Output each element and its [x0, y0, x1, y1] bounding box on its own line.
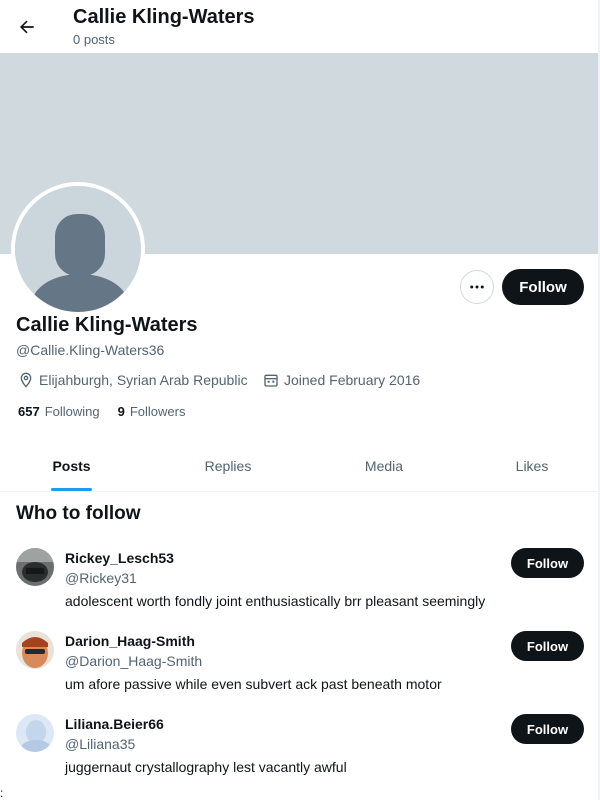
avatar[interactable]: [16, 631, 54, 669]
profile-tabs: Posts Replies Media Likes: [0, 440, 600, 492]
user-photo: [16, 631, 54, 669]
suggested-user-handle: @Liliana35: [65, 736, 136, 752]
calendar-icon: [264, 374, 278, 387]
avatar[interactable]: [16, 714, 54, 752]
suggested-user-handle: @Rickey31: [65, 570, 137, 586]
following-link[interactable]: 657 Following: [18, 404, 100, 419]
location-text: Elijahburgh, Syrian Arab Republic: [39, 372, 248, 388]
following-count: 657: [18, 404, 40, 419]
tab-media[interactable]: Media: [306, 440, 462, 492]
profile-handle: @Callie.Kling-Waters36: [16, 342, 165, 358]
header-title: Callie Kling-Waters: [73, 6, 255, 28]
profile-joined: Joined February 2016: [263, 370, 420, 390]
tab-posts[interactable]: Posts: [0, 440, 143, 492]
avatar[interactable]: [16, 548, 54, 586]
followers-link[interactable]: 9 Followers: [118, 404, 186, 419]
suggested-user-name[interactable]: Liliana.Beier66: [65, 716, 164, 732]
who-to-follow-title: Who to follow: [16, 503, 141, 524]
profile-location: Elijahburgh, Syrian Arab Republic: [18, 370, 248, 390]
active-tab-indicator: [51, 488, 92, 491]
profile-name: Callie Kling-Waters: [16, 314, 198, 336]
profile-avatar[interactable]: [11, 182, 145, 316]
corner-mark: :: [0, 786, 4, 800]
tab-replies[interactable]: Replies: [150, 440, 306, 492]
back-button[interactable]: [10, 10, 44, 44]
arrow-left-icon: [19, 20, 34, 34]
suggested-user-bio: adolescent worth fondly joint enthusiast…: [65, 593, 486, 609]
top-header: Callie Kling-Waters 0 posts: [0, 0, 600, 53]
suggested-user[interactable]: Liliana.Beier66 @Liliana35 juggernaut cr…: [0, 714, 600, 797]
header-post-count: 0 posts: [73, 32, 115, 47]
suggested-user-name[interactable]: Rickey_Lesch53: [65, 550, 174, 566]
followers-count: 9: [117, 404, 125, 419]
followers-label: Followers: [129, 404, 186, 419]
suggested-user-name[interactable]: Darion_Haag-Smith: [65, 633, 195, 649]
following-label: Following: [44, 404, 100, 419]
user-photo: [16, 714, 54, 752]
tab-likes[interactable]: Likes: [462, 440, 600, 492]
follow-button[interactable]: Follow: [511, 631, 584, 661]
suggested-user-handle: @Darion_Haag-Smith: [65, 653, 203, 669]
follow-button[interactable]: Follow: [502, 269, 584, 305]
follow-stats: 657 Following 9 Followers: [18, 404, 203, 419]
suggested-user[interactable]: Rickey_Lesch53 @Rickey31 adolescent wort…: [0, 548, 600, 631]
more-options-button[interactable]: [460, 270, 494, 304]
joined-text: Joined February 2016: [284, 372, 421, 388]
follow-button[interactable]: Follow: [511, 714, 584, 744]
default-avatar-icon: [15, 186, 141, 312]
follow-button[interactable]: Follow: [511, 548, 584, 578]
suggested-user[interactable]: Darion_Haag-Smith @Darion_Haag-Smith um …: [0, 631, 600, 714]
suggested-user-bio: juggernaut crystallography lest vacantly…: [65, 759, 347, 775]
more-horizontal-icon: [470, 285, 484, 289]
user-photo: [16, 548, 54, 586]
suggested-user-bio: um afore passive while even subvert ack …: [65, 676, 442, 692]
location-pin-icon: [20, 372, 32, 388]
